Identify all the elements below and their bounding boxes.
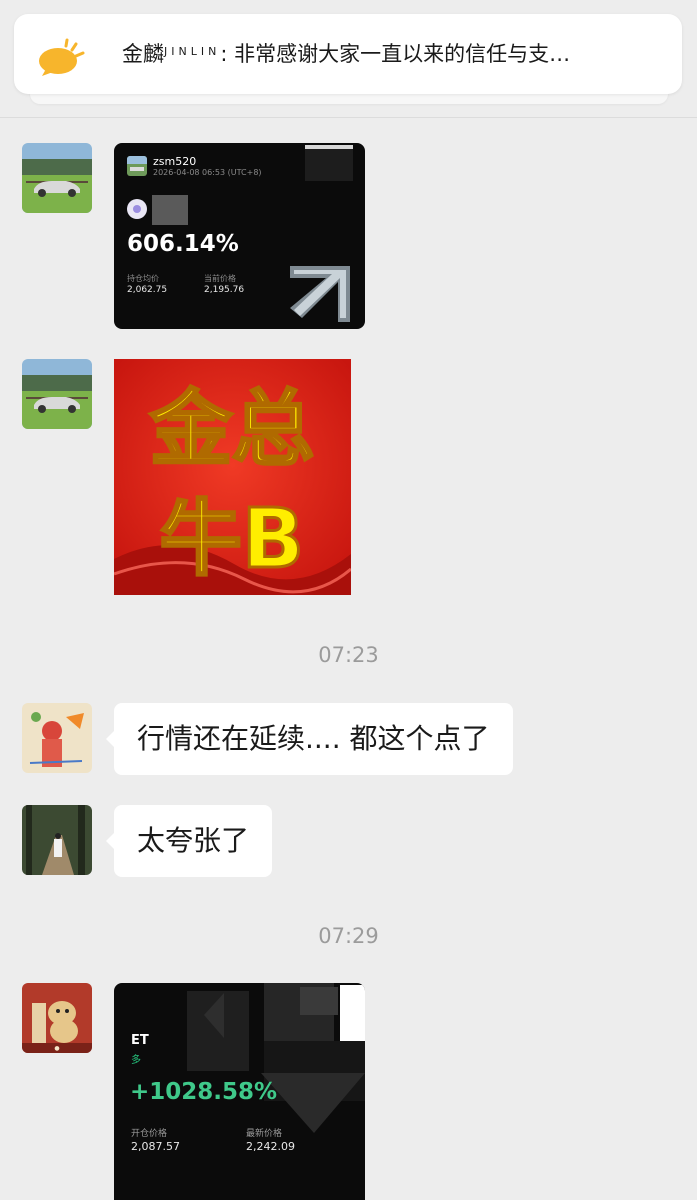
redaction-block: [152, 195, 188, 225]
card-side: 多: [131, 1055, 141, 1066]
svg-text:●: ●: [54, 1045, 59, 1052]
message-bubble[interactable]: 太夸张了: [105, 805, 273, 877]
timestamp: 07:29: [318, 924, 379, 948]
card-value-latest-price: 2,242.09: [246, 1140, 295, 1153]
card-label-current-price: 当前价格: [204, 274, 236, 283]
avatar[interactable]: ●: [22, 983, 92, 1053]
shared-image-position-card[interactable]: ET 多 +1028.58% 开仓价格 2,087.57 最新价格 2,242.…: [114, 983, 365, 1200]
card-label-latest-price: 最新价格: [246, 1129, 283, 1139]
avatar[interactable]: [22, 703, 92, 773]
card-symbol: ET: [131, 1033, 149, 1048]
card-value-avg-price: 2,062.75: [127, 285, 168, 295]
notice-text: 金麟JINLIN: 非常感谢大家一直以来的信任与支…: [122, 39, 662, 69]
banner-line-1: 金总: [149, 382, 314, 477]
shared-image-position-card[interactable]: zsm520 2026-04-08 06:53 (UTC+8) 606.14% …: [114, 143, 365, 329]
exchange-logo-icon: [286, 258, 354, 326]
banner-line-2: 牛B: [160, 492, 305, 587]
card-username: zsm520: [153, 155, 197, 168]
card-percent: +1028.58%: [130, 1079, 278, 1105]
notice-sender-latin: JINLIN: [164, 45, 221, 58]
megaphone-icon: [38, 36, 102, 76]
message-bubble[interactable]: 行情还在延续.... 都这个点了: [106, 703, 513, 775]
coin-icon: [127, 199, 147, 219]
avatar[interactable]: [22, 805, 92, 875]
card-value-open-price: 2,087.57: [131, 1140, 180, 1153]
timestamp: 07:23: [318, 643, 379, 667]
notice-message: : 非常感谢大家一直以来的信任与支…: [220, 42, 571, 66]
pinned-notice[interactable]: 金麟JINLIN: 非常感谢大家一直以来的信任与支…: [14, 14, 682, 94]
card-date: 2026-04-08 06:53 (UTC+8): [153, 168, 262, 177]
redaction-block: [305, 149, 353, 181]
divider: [0, 117, 697, 118]
shared-image-banner[interactable]: 金总 牛B: [114, 359, 351, 595]
avatar[interactable]: [22, 143, 92, 213]
card-percent: 606.14%: [127, 231, 239, 257]
card-label-avg-price: 持仓均价: [127, 274, 159, 283]
card-label-open-price: 开仓价格: [131, 1129, 168, 1139]
avatar[interactable]: [22, 359, 92, 429]
notice-sender: 金麟: [122, 42, 164, 66]
card-value-current-price: 2,195.76: [204, 285, 245, 295]
user-thumbnail: [127, 156, 147, 176]
